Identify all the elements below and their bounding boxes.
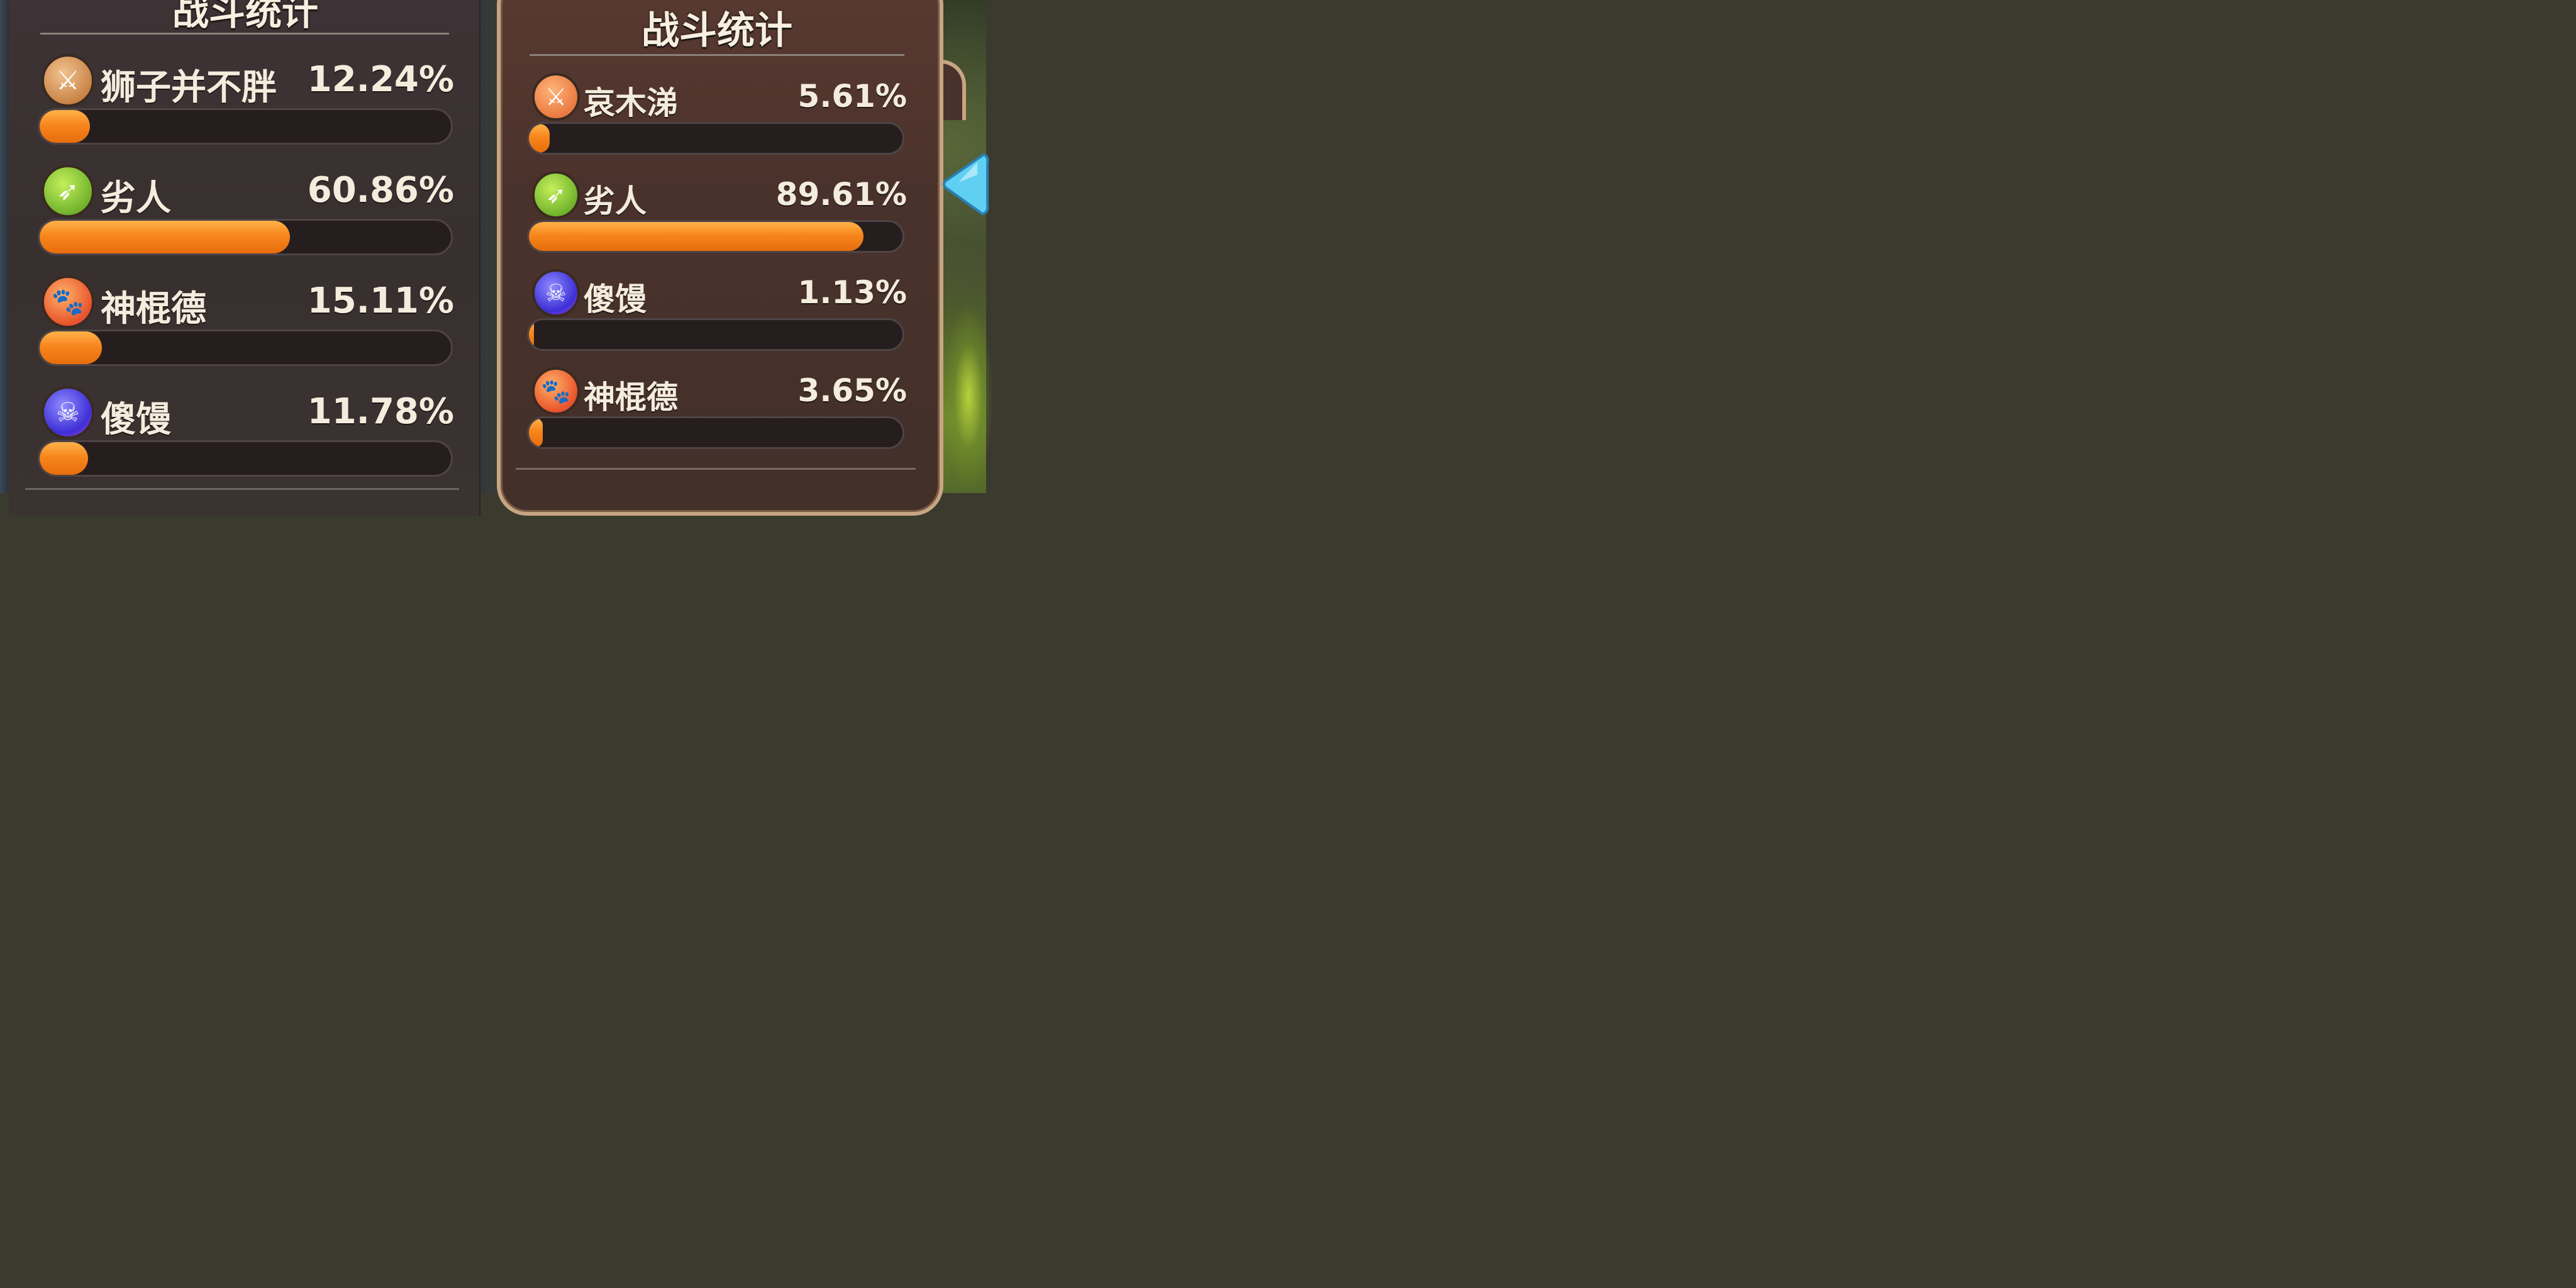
stat-name: 劣人 (584, 183, 647, 219)
stat-name: 劣人 (101, 178, 171, 219)
stat-name: 神棍德 (584, 379, 678, 416)
stat-percentage: 5.61% (797, 78, 907, 114)
bow-arrow-icon: ➶ (42, 165, 94, 218)
skull-icon: ☠ (42, 386, 94, 439)
panel-title-left: 战斗统计 (172, 0, 318, 33)
paw-icon: 🐾 (42, 275, 94, 328)
damage-bar-fill (40, 331, 102, 364)
background-glow (943, 302, 994, 491)
damage-bar-fill (529, 418, 543, 447)
stat-name: 神棍德 (101, 289, 206, 330)
crossed-swords-icon: ⚔ (42, 54, 94, 107)
bow-arrow-icon: ➶ (532, 171, 580, 219)
damage-bar-track (38, 219, 453, 255)
stat-name: 哀木涕 (584, 85, 678, 121)
stat-percentage: 3.65% (797, 372, 907, 409)
stat-name: 傻馒 (101, 399, 171, 440)
stat-name: 傻馒 (584, 281, 647, 318)
damage-bar-track (527, 416, 904, 449)
title-divider-left (40, 33, 449, 35)
damage-bar-track (38, 108, 453, 145)
paw-icon: 🐾 (532, 367, 580, 415)
damage-bar-track (38, 330, 453, 366)
stat-percentage: 12.24% (307, 59, 454, 100)
stat-percentage: 15.11% (307, 280, 454, 321)
stat-name: 狮子并不胖 (101, 67, 277, 108)
damage-bar-fill (529, 124, 550, 153)
bottom-divider-right (516, 468, 916, 470)
stat-percentage: 11.78% (307, 391, 454, 432)
stat-percentage: 1.13% (797, 274, 907, 311)
title-divider-right (530, 54, 904, 56)
crossed-swords-icon: ⚔ (532, 73, 580, 121)
skull-icon: ☠ (532, 269, 580, 317)
damage-bar-fill (529, 222, 863, 251)
previous-arrow-icon[interactable] (940, 150, 990, 219)
damage-bar-fill (40, 221, 290, 253)
damage-bar-track (527, 220, 904, 253)
damage-bar-track (527, 122, 904, 155)
stat-percentage: 89.61% (775, 176, 907, 213)
game-screen: 战斗统计 ⚔ 狮子并不胖 12.24% ➶ 劣人 60.86% 🐾 神棍德 15.11% ☠ 傻馒 1… (0, 0, 994, 516)
damage-bar-fill (40, 442, 88, 475)
stat-percentage: 60.86% (307, 170, 454, 211)
damage-bar-fill (40, 110, 90, 143)
damage-bar-track (527, 318, 904, 351)
bottom-divider-left (25, 488, 459, 490)
panel-title-right: 战斗统计 (641, 9, 792, 53)
damage-bar-track (38, 440, 453, 477)
